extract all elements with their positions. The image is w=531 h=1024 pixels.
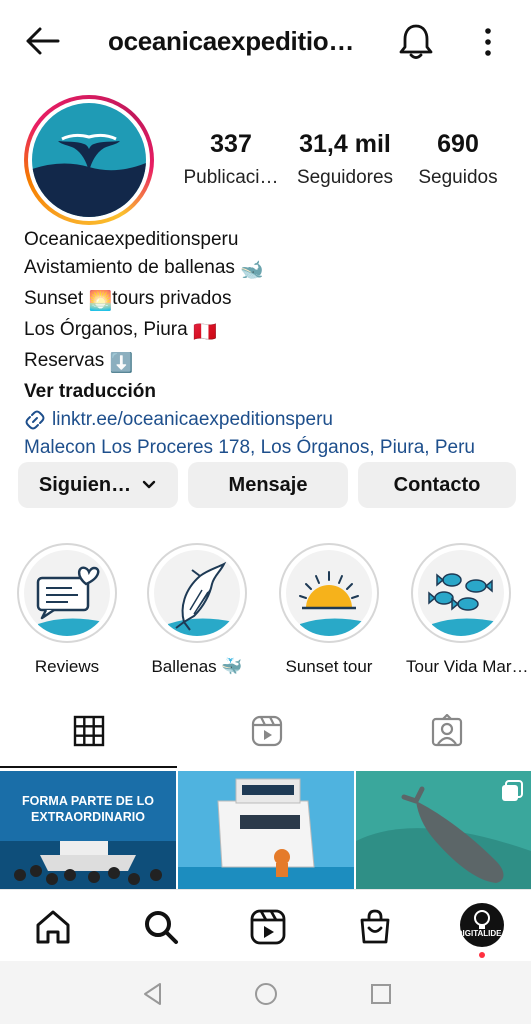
highlight-label: Tour Vida Mar…: [406, 657, 529, 676]
chevron-down-icon: [142, 480, 156, 489]
bio-line-1: Avistamiento de ballenas 🐋: [24, 254, 475, 285]
profile-username-title: oceanicaexpeditio…: [108, 26, 355, 56]
profile-display-name: Oceanicaexpeditionsperu: [24, 229, 239, 250]
profile-avatar: [32, 103, 146, 217]
following-count: 690: [437, 130, 479, 158]
highlight-tour-vida-marina[interactable]: Tour Vida Mar…: [406, 543, 529, 677]
tagged-icon[interactable]: [430, 714, 464, 748]
profile-bio: Oceanicaexpeditionsperu Avistamiento de …: [24, 226, 475, 462]
bell-icon[interactable]: [398, 22, 434, 60]
peru-flag-emoji: 🇵🇪: [192, 322, 217, 343]
following-button[interactable]: Siguien…: [18, 462, 178, 508]
home-icon[interactable]: [34, 908, 72, 946]
post-thumbnail[interactable]: [178, 771, 354, 889]
whale-icon: [168, 561, 234, 636]
recents-square-icon[interactable]: [368, 981, 394, 1007]
fish-icon: [428, 573, 498, 636]
followers-label: Seguidores: [296, 167, 394, 188]
shop-icon[interactable]: [356, 908, 394, 946]
see-translation-link[interactable]: Ver traducción: [24, 378, 475, 406]
post-caption-line: FORMA PARTE DE LO: [22, 794, 154, 808]
followers-stat[interactable]: 31,4 mil Seguidores: [290, 130, 400, 189]
profile-avatar[interactable]: DIGITALIDEA: [460, 903, 504, 947]
bio-line-2: Sunset 🌅tours privados: [24, 285, 475, 316]
whale-emoji: 🐋: [240, 260, 264, 281]
highlight-ballenas[interactable]: Ballenas 🐳: [142, 543, 252, 677]
bio-line-3: Los Órganos, Piura 🇵🇪: [24, 316, 475, 347]
following-stat[interactable]: 690 Seguidos: [410, 130, 506, 189]
top-bar: oceanicaexpeditio…: [0, 0, 531, 84]
whale-tail-logo: [32, 103, 146, 217]
back-triangle-icon[interactable]: [140, 981, 166, 1007]
arrow-left-icon[interactable]: [24, 26, 60, 56]
posts-grid: FORMA PARTE DE LO EXTRAORDINARIO: [0, 771, 531, 889]
active-tab-indicator: [0, 766, 177, 768]
contact-button[interactable]: Contacto: [358, 462, 516, 508]
post-thumbnail[interactable]: FORMA PARTE DE LO EXTRAORDINARIO: [0, 771, 176, 889]
message-button[interactable]: Mensaje: [188, 462, 348, 508]
profile-tabs: [0, 700, 531, 770]
story-ring[interactable]: [24, 95, 154, 225]
more-vertical-icon[interactable]: [478, 26, 498, 58]
highlight-label: Sunset tour: [285, 657, 373, 676]
bottom-nav: DIGITALIDEA: [0, 889, 531, 961]
highlight-sunset-tour[interactable]: Sunset tour: [274, 543, 384, 677]
posts-label: Publicaci…: [183, 167, 279, 188]
notification-dot: [479, 952, 485, 958]
down-arrow-emoji: ⬇️: [109, 353, 134, 374]
bio-line-4: Reservas ⬇️: [24, 347, 475, 378]
review-speech-icon: [36, 566, 104, 636]
highlight-label: Reviews: [34, 657, 100, 676]
lightbulb-icon: [474, 910, 490, 929]
profile-link[interactable]: linktr.ee/oceanicaexpeditionsperu: [24, 406, 475, 434]
posts-stat[interactable]: 337 Publicaci…: [182, 130, 280, 189]
system-nav-bar: [0, 961, 531, 1024]
sunset-icon: [299, 571, 366, 636]
followers-count: 31,4 mil: [299, 130, 391, 158]
sunrise-emoji: 🌅: [88, 291, 113, 312]
reels-icon[interactable]: [250, 714, 284, 748]
profile-address[interactable]: Malecon Los Proceres 178, Los Órganos, P…: [24, 434, 475, 462]
post-caption-line: EXTRAORDINARIO: [31, 810, 145, 824]
home-circle-icon[interactable]: [253, 981, 279, 1007]
reels-icon[interactable]: [249, 908, 287, 946]
post-thumbnail[interactable]: [356, 771, 531, 889]
highlight-label: Ballenas 🐳: [151, 657, 243, 676]
highlight-reviews[interactable]: Reviews: [12, 543, 122, 677]
following-label: Seguidos: [418, 167, 498, 188]
search-icon[interactable]: [142, 908, 180, 946]
grid-icon[interactable]: [72, 714, 106, 748]
link-icon: [25, 410, 45, 430]
posts-count: 337: [210, 130, 252, 158]
